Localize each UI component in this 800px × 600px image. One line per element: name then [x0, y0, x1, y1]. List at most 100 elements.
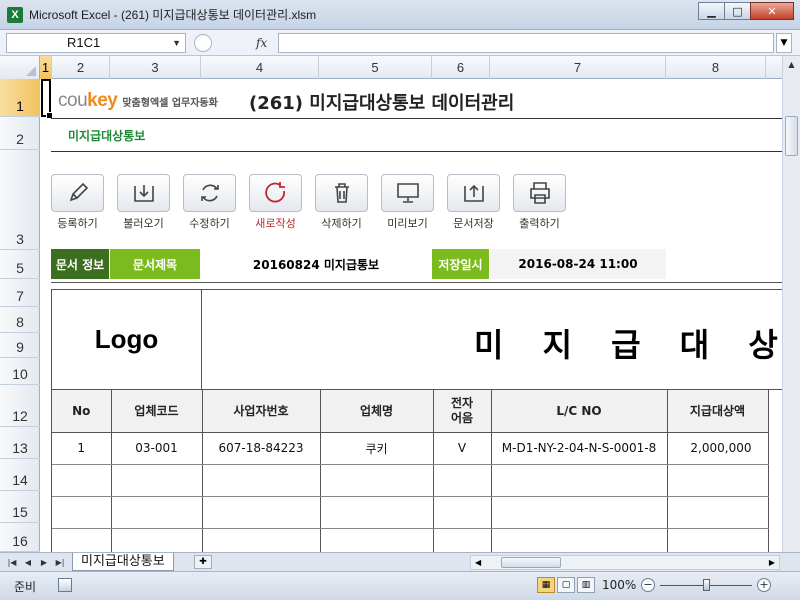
- excel-app-icon[interactable]: X: [7, 6, 23, 23]
- formula-cancel-icon[interactable]: [194, 34, 212, 52]
- table-cell[interactable]: [491, 496, 668, 529]
- table-cell[interactable]: [52, 528, 112, 552]
- zoom-in-icon[interactable]: +: [757, 578, 771, 592]
- new-document-button[interactable]: 새로작성: [249, 174, 302, 231]
- table-cell[interactable]: [433, 496, 492, 529]
- table-cell[interactable]: [320, 528, 434, 552]
- column-header[interactable]: 3: [110, 56, 201, 79]
- load-button[interactable]: 불러오기: [117, 174, 170, 231]
- insert-sheet-icon[interactable]: ✚: [194, 555, 212, 569]
- column-header[interactable]: 6: [432, 56, 490, 79]
- page-break-view-icon[interactable]: ▥: [577, 577, 595, 593]
- table-cell[interactable]: [111, 528, 203, 552]
- active-cell[interactable]: [41, 79, 53, 119]
- column-header[interactable]: 1: [40, 56, 52, 79]
- maximize-button[interactable]: □: [724, 2, 751, 20]
- horizontal-scrollbar[interactable]: ◀ ▶: [470, 555, 780, 570]
- table-cell[interactable]: 1: [52, 432, 112, 465]
- save-document-button[interactable]: 문서저장: [447, 174, 500, 231]
- table-cell[interactable]: [320, 496, 434, 529]
- row-header[interactable]: 16: [0, 523, 40, 552]
- row-header[interactable]: 8: [0, 307, 40, 333]
- table-cell[interactable]: [111, 464, 203, 497]
- table-cell[interactable]: [491, 528, 668, 552]
- row-header[interactable]: 13: [0, 427, 40, 459]
- tool-icon-box[interactable]: [183, 174, 236, 212]
- tool-icon-box[interactable]: [117, 174, 170, 212]
- scroll-left-icon[interactable]: ◀: [475, 556, 481, 569]
- row-header[interactable]: 9: [0, 333, 40, 358]
- column-header[interactable]: 8: [666, 56, 766, 79]
- vertical-scrollbar[interactable]: ▲: [782, 56, 800, 552]
- zoom-slider-thumb[interactable]: [703, 579, 710, 591]
- row-header[interactable]: 15: [0, 491, 40, 523]
- doc-title-value[interactable]: 20160824 미지급통보: [201, 249, 431, 279]
- tool-icon-box[interactable]: [513, 174, 566, 212]
- saved-at-value[interactable]: 2016-08-24 11:00: [490, 249, 666, 279]
- column-header[interactable]: 7: [490, 56, 666, 79]
- delete-button[interactable]: 삭제하기: [315, 174, 368, 231]
- table-cell[interactable]: 쿠키: [320, 432, 434, 465]
- scroll-up-icon[interactable]: ▲: [783, 56, 800, 73]
- column-header[interactable]: 5: [319, 56, 432, 79]
- table-cell[interactable]: 2,000,000: [667, 432, 769, 465]
- normal-view-icon[interactable]: ▦: [537, 577, 555, 593]
- print-button[interactable]: 출력하기: [513, 174, 566, 231]
- table-cell[interactable]: 03-001: [111, 432, 203, 465]
- table-cell[interactable]: [111, 496, 203, 529]
- table-cell[interactable]: [667, 528, 769, 552]
- row-header[interactable]: 7: [0, 279, 40, 307]
- table-cell[interactable]: [202, 528, 321, 552]
- name-box[interactable]: R1C1 ▼: [6, 33, 186, 53]
- row-header[interactable]: 14: [0, 459, 40, 491]
- tool-icon-box[interactable]: [447, 174, 500, 212]
- page-layout-view-icon[interactable]: ▢: [557, 577, 575, 593]
- macro-record-icon[interactable]: [58, 578, 72, 592]
- table-cell[interactable]: M-D1-NY-2-04-N-S-0001-8: [491, 432, 668, 465]
- first-sheet-icon[interactable]: |◀: [4, 555, 20, 569]
- table-cell[interactable]: [433, 464, 492, 497]
- table-cell[interactable]: [320, 464, 434, 497]
- row-header[interactable]: 10: [0, 358, 40, 385]
- sheet-tab[interactable]: 미지급대상통보: [72, 553, 174, 571]
- expand-formula-bar-icon[interactable]: ▼: [776, 33, 792, 53]
- column-header[interactable]: 2: [52, 56, 110, 79]
- chevron-down-icon[interactable]: ▼: [172, 34, 181, 52]
- preview-button[interactable]: 미리보기: [381, 174, 434, 231]
- column-header[interactable]: 4: [201, 56, 319, 79]
- table-cell[interactable]: [52, 496, 112, 529]
- table-cell[interactable]: V: [433, 432, 492, 465]
- row-header[interactable]: 12: [0, 385, 40, 427]
- table-cell[interactable]: [667, 464, 769, 497]
- insert-function-button[interactable]: fx: [256, 36, 267, 50]
- register-button[interactable]: 등록하기: [51, 174, 104, 231]
- table-cell[interactable]: [202, 464, 321, 497]
- row-header[interactable]: 1: [0, 79, 40, 117]
- select-all-button[interactable]: [0, 56, 40, 79]
- formula-input[interactable]: [278, 33, 774, 53]
- table-cell[interactable]: [202, 496, 321, 529]
- table-cell[interactable]: [667, 496, 769, 529]
- zoom-level[interactable]: 100%: [602, 578, 636, 592]
- prev-sheet-icon[interactable]: ◀: [20, 555, 36, 569]
- table-cell[interactable]: [433, 528, 492, 552]
- tool-icon-box[interactable]: [315, 174, 368, 212]
- vertical-scroll-thumb[interactable]: [785, 116, 798, 156]
- row-header[interactable]: 2: [0, 117, 40, 150]
- table-cell[interactable]: 607-18-84223: [202, 432, 321, 465]
- table-cell[interactable]: [491, 464, 668, 497]
- row-header[interactable]: 3: [0, 150, 40, 250]
- tool-icon-box[interactable]: [381, 174, 434, 212]
- row-header[interactable]: 5: [0, 250, 40, 279]
- tool-icon-box[interactable]: [51, 174, 104, 212]
- tool-icon-box[interactable]: [249, 174, 302, 212]
- zoom-out-icon[interactable]: −: [641, 578, 655, 592]
- last-sheet-icon[interactable]: ▶|: [52, 555, 68, 569]
- next-sheet-icon[interactable]: ▶: [36, 555, 52, 569]
- minimize-button[interactable]: ▁: [698, 2, 725, 20]
- table-cell[interactable]: [52, 464, 112, 497]
- horizontal-scroll-thumb[interactable]: [501, 557, 561, 568]
- modify-button[interactable]: 수정하기: [183, 174, 236, 231]
- scroll-right-icon[interactable]: ▶: [769, 556, 775, 569]
- close-button[interactable]: ✕: [750, 2, 794, 20]
